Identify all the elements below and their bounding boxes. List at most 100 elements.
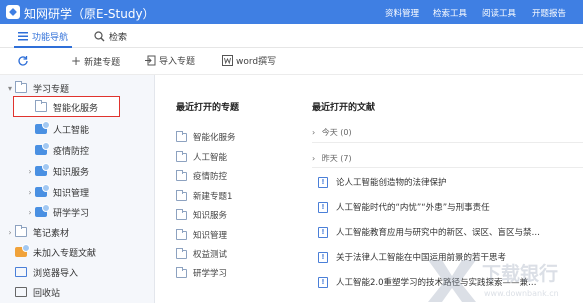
recent-topic-item[interactable]: 疫情防控 xyxy=(176,169,228,182)
sidebar-item-label: 智能化服务 xyxy=(53,103,99,114)
chevron-down-icon: ▾ xyxy=(7,83,12,93)
watermark-text: 下载银行 xyxy=(482,262,558,285)
plus-icon: + xyxy=(71,54,82,68)
browser-icon xyxy=(15,267,27,277)
sidebar-item-study-topics[interactable]: ▾ 学习专题 xyxy=(5,78,69,98)
recent-topics-heading: 最近打开的专题 xyxy=(176,103,240,113)
word-write-label: word撰写 xyxy=(236,57,277,67)
sidebar-item-label: 浏览器导入 xyxy=(33,268,79,279)
sidebar-item-label: 研学学习 xyxy=(53,208,90,219)
recent-doc-item[interactable]: ! 人工智能教育应用与研究中的新区、误区、盲区与禁… xyxy=(318,226,540,238)
watermark-url: www.downbank.cn xyxy=(484,289,559,298)
recent-topic-item[interactable]: 研学学习 xyxy=(176,266,228,279)
new-topic-label: 新建专题 xyxy=(84,57,121,68)
recent-topic-label: 新建专题1 xyxy=(193,192,233,202)
menu-reading-tools[interactable]: 阅读工具 xyxy=(482,7,516,19)
recent-topic-label: 知识管理 xyxy=(193,231,228,241)
folder-icon xyxy=(176,266,187,278)
group-today-label: 今天 (0) xyxy=(321,128,352,137)
menu-search-tools[interactable]: 检索工具 xyxy=(433,7,467,19)
sidebar-item-knowledge-service[interactable]: › 知识服务 xyxy=(25,161,89,181)
folder-icon xyxy=(176,169,187,181)
recent-topic-label: 人工智能 xyxy=(193,153,228,163)
sidebar-item-label: 笔记素材 xyxy=(33,228,70,239)
recent-topic-item[interactable]: 知识服务 xyxy=(176,208,228,221)
tab-search[interactable]: 检索 xyxy=(94,24,127,48)
folder-icon xyxy=(176,150,187,162)
toolbar: + 新建专题 导入专题 word撰写 xyxy=(0,48,583,75)
menu-proposal-report[interactable]: 开题报告 xyxy=(532,7,566,19)
sidebar-item-research-study[interactable]: › 研学学习 xyxy=(25,202,89,222)
topic-icon xyxy=(35,184,50,197)
sidebar-item-unassigned-docs[interactable]: 未加入专题文献 xyxy=(5,242,96,262)
divider xyxy=(312,142,583,143)
group-yesterday[interactable]: › 昨天 (7) xyxy=(312,153,352,164)
sidebar-item-label: 未加入专题文献 xyxy=(33,248,97,259)
chevron-right-icon: › xyxy=(8,227,12,237)
tab-bar: 功能导航 检索 xyxy=(0,24,583,48)
tab-function-nav[interactable]: 功能导航 xyxy=(14,24,73,48)
topic-icon xyxy=(35,121,50,134)
sidebar-item-recycle-bin[interactable]: 回收站 xyxy=(5,282,60,302)
document-icon: ! xyxy=(318,251,328,263)
chevron-right-icon: › xyxy=(28,187,32,197)
chevron-right-icon: › xyxy=(28,207,32,217)
import-topic-label: 导入专题 xyxy=(159,57,196,67)
document-icon: ! xyxy=(318,276,328,288)
sidebar-item-browser-import[interactable]: 浏览器导入 xyxy=(5,262,78,282)
sidebar-item-label: 学习专题 xyxy=(33,84,70,95)
recent-topic-label: 知识服务 xyxy=(193,211,228,221)
trash-icon xyxy=(15,287,27,297)
folder-icon xyxy=(176,130,187,142)
chevron-right-icon: › xyxy=(312,128,316,137)
folder-icon xyxy=(35,100,47,112)
recent-topic-label: 智能化服务 xyxy=(193,133,236,143)
recent-topic-item[interactable]: 新建专题1 xyxy=(176,189,233,202)
chevron-right-icon: › xyxy=(28,166,32,176)
recent-topic-item[interactable]: 人工智能 xyxy=(176,150,228,163)
recent-docs-heading: 最近打开的文献 xyxy=(312,103,376,113)
word-icon xyxy=(222,55,233,66)
app-logo-icon xyxy=(6,5,20,19)
import-icon xyxy=(145,55,156,66)
recent-topic-item[interactable]: 知识管理 xyxy=(176,228,228,241)
search-icon xyxy=(94,30,105,41)
folder-icon xyxy=(15,81,27,93)
recent-doc-item[interactable]: ! 人工智能时代的“内忧”“外患”与刑事责任 xyxy=(318,201,490,213)
watermark-logo: 下载银行 www.downbank.cn xyxy=(428,260,559,302)
sidebar-item-knowledge-management[interactable]: › 知识管理 xyxy=(25,182,89,202)
sidebar-item-ai[interactable]: 人工智能 xyxy=(25,119,89,139)
menu-icon xyxy=(18,31,28,40)
recent-topic-item[interactable]: 智能化服务 xyxy=(176,130,236,143)
divider xyxy=(312,167,583,168)
refresh-button[interactable] xyxy=(17,55,32,67)
recent-topic-item[interactable]: 权益测试 xyxy=(176,247,228,260)
sidebar-item-notes[interactable]: › 笔记素材 xyxy=(5,222,69,242)
topic-icon xyxy=(35,204,50,217)
tab-function-nav-label: 功能导航 xyxy=(32,32,69,43)
group-today[interactable]: › 今天 (0) xyxy=(312,127,352,138)
recent-doc-title: 人工智能时代的“内忧”“外患”与刑事责任 xyxy=(336,203,490,213)
sidebar-item-intelligent-service[interactable]: 智能化服务 xyxy=(25,97,98,117)
document-icon: ! xyxy=(318,226,328,238)
recent-doc-item[interactable]: ! 论人工智能创造物的法律保护 xyxy=(318,176,447,188)
import-topic-button[interactable]: 导入专题 xyxy=(145,54,195,67)
document-icon xyxy=(15,244,30,257)
recent-doc-title: 人工智能教育应用与研究中的新区、误区、盲区与禁… xyxy=(336,228,541,238)
topic-icon xyxy=(35,163,50,176)
group-yesterday-label: 昨天 (7) xyxy=(321,154,352,163)
sidebar-item-label: 回收站 xyxy=(33,288,61,299)
sidebar-item-label: 知识管理 xyxy=(53,188,90,199)
refresh-icon xyxy=(18,56,28,66)
document-icon: ! xyxy=(318,176,328,188)
new-topic-button[interactable]: + 新建专题 xyxy=(71,54,120,68)
sidebar-item-epidemic[interactable]: 疫情防控 xyxy=(25,140,89,160)
recent-topic-label: 研学学习 xyxy=(193,269,228,279)
menu-resource-management[interactable]: 资料管理 xyxy=(385,7,419,19)
sidebar-item-label: 人工智能 xyxy=(53,125,90,136)
recent-topic-label: 权益测试 xyxy=(193,250,228,260)
app-title: 知网研学（原E-Study） xyxy=(24,7,155,21)
recent-doc-title: 论人工智能创造物的法律保护 xyxy=(336,178,447,188)
recent-topic-label: 疫情防控 xyxy=(193,172,228,182)
word-write-button[interactable]: word撰写 xyxy=(222,54,276,67)
